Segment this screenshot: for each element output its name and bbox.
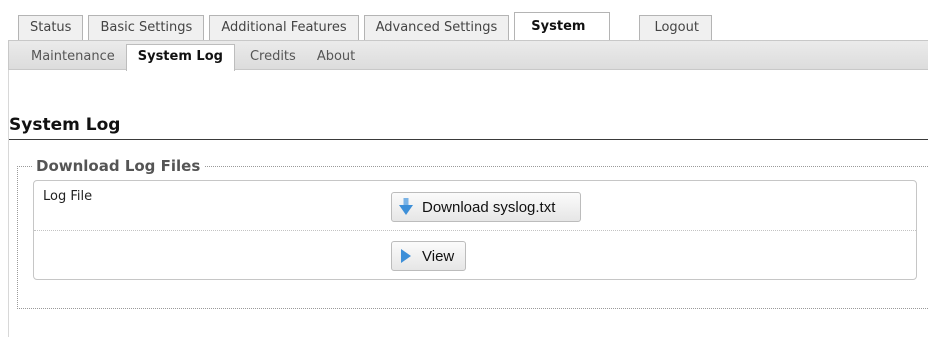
log-file-label: Log File: [43, 189, 93, 204]
download-syslog-button[interactable]: Download syslog.txt: [391, 192, 581, 222]
tab-additional-features[interactable]: Additional Features: [209, 15, 359, 40]
main-tab-bar: Status Basic Settings Additional Feature…: [18, 12, 717, 40]
view-log-label: View: [422, 247, 455, 265]
subtab-maintenance[interactable]: Maintenance: [21, 45, 125, 71]
tab-system[interactable]: System: [514, 12, 611, 40]
fieldset-legend: Download Log Files: [32, 157, 205, 175]
subtab-about[interactable]: About: [307, 45, 365, 71]
tab-basic-settings[interactable]: Basic Settings: [88, 15, 205, 40]
download-syslog-label: Download syslog.txt: [422, 198, 556, 216]
router-admin-page: Status Basic Settings Additional Feature…: [0, 0, 928, 337]
subtab-credits[interactable]: Credits: [240, 45, 306, 71]
log-file-table: Log File Download syslog.txt View: [33, 180, 917, 280]
tab-logout[interactable]: Logout: [639, 15, 713, 40]
tab-status[interactable]: Status: [18, 15, 84, 40]
play-arrow-icon: [398, 247, 414, 265]
sub-tab-bar: Maintenance System Log Credits About: [8, 40, 928, 71]
title-divider: [9, 139, 928, 140]
subtab-system-log[interactable]: System Log: [125, 44, 235, 71]
tab-advanced-settings[interactable]: Advanced Settings: [363, 15, 510, 40]
view-log-button[interactable]: View: [391, 241, 466, 271]
page-title: System Log: [9, 115, 121, 135]
table-row: View: [34, 231, 916, 279]
download-arrow-icon: [398, 198, 414, 216]
table-row: Log File Download syslog.txt: [34, 181, 916, 231]
